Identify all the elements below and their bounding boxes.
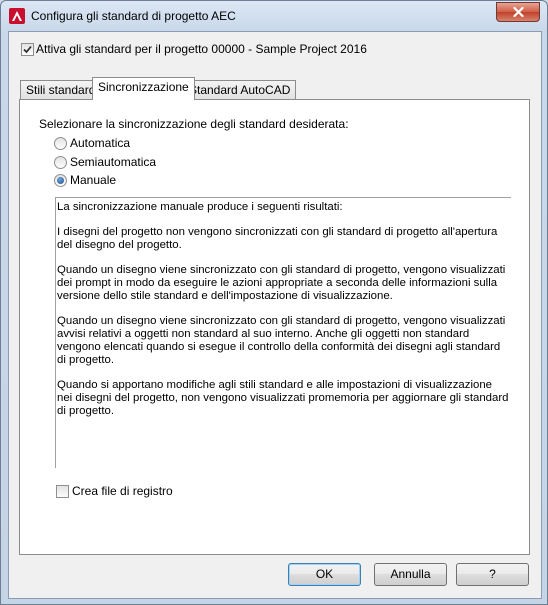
radio-semiautomatica[interactable] <box>54 156 67 169</box>
radio-semiautomatica-label[interactable]: Semiautomatica <box>70 155 156 169</box>
sync-prompt: Selezionare la sincronizzazione degli st… <box>39 117 349 131</box>
radio-selected-dot <box>57 177 64 184</box>
autocad-app-icon <box>9 8 25 24</box>
window-title: Configura gli standard di progetto AEC <box>31 9 236 23</box>
radio-automatica-label[interactable]: Automatica <box>70 136 130 150</box>
description-paragraph: Quando un disegno viene sincronizzato co… <box>57 315 506 366</box>
log-file-label[interactable]: Crea file di registro <box>72 484 173 498</box>
description-paragraph: I disegni del progetto non vengono sincr… <box>57 226 498 251</box>
radio-manuale[interactable] <box>54 174 67 187</box>
tab-stili-standard[interactable]: Stili standard <box>20 80 102 100</box>
close-button[interactable] <box>496 2 540 22</box>
close-icon <box>512 7 524 17</box>
dialog-client-area: Attiva gli standard per il progetto 0000… <box>8 31 542 599</box>
radio-manuale-label[interactable]: Manuale <box>70 173 116 187</box>
tab-sincronizzazione[interactable]: Sincronizzazione <box>92 77 195 100</box>
description-heading: La sincronizzazione manuale produce i se… <box>57 201 343 213</box>
sincronizzazione-panel: Selezionare la sincronizzazione degli st… <box>19 99 530 555</box>
description-paragraph: Quando si apportano modifiche agli stili… <box>57 379 509 417</box>
tab-standard-autocad[interactable]: Standard AutoCAD <box>183 80 297 100</box>
sync-description-text: La sincronizzazione manuale produce i se… <box>57 201 509 430</box>
dialog-window: Configura gli standard di progetto AEC A… <box>0 0 548 605</box>
enable-standards-checkbox[interactable] <box>21 43 34 56</box>
description-paragraph: Quando un disegno viene sincronizzato co… <box>57 264 506 302</box>
title-bar[interactable]: Configura gli standard di progetto AEC <box>1 1 547 31</box>
help-button[interactable]: ? <box>456 563 529 586</box>
radio-automatica[interactable] <box>54 137 67 150</box>
enable-standards-label[interactable]: Attiva gli standard per il progetto 0000… <box>36 42 367 56</box>
cancel-button[interactable]: Annulla <box>374 563 447 586</box>
ok-button[interactable]: OK <box>288 563 361 586</box>
checkmark-icon <box>23 45 32 54</box>
log-file-checkbox[interactable] <box>56 485 69 498</box>
sync-description-box: La sincronizzazione manuale produce i se… <box>55 197 511 468</box>
